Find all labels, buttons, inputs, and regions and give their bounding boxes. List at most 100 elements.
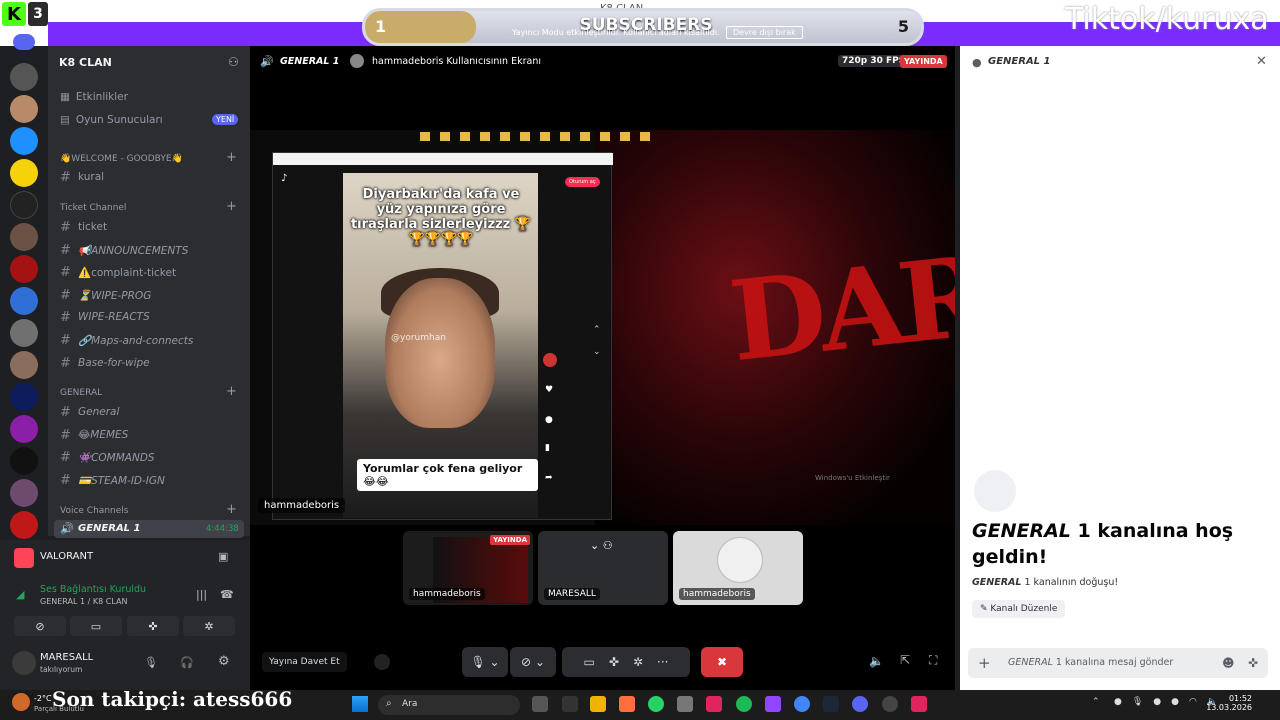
tiktok-login-button[interactable]: Oturum aç [565,177,600,187]
spotify-icon[interactable] [736,696,752,712]
activities-icon[interactable]: ✜ [609,655,619,669]
close-icon[interactable]: ✕ [1256,54,1267,69]
more-icon[interactable]: ··· [657,655,668,669]
app-icon[interactable] [765,696,781,712]
emoji-icon[interactable]: ☻ [1222,656,1235,670]
microphone-button[interactable]: 🎙 ⌄ [462,647,508,677]
voice-channel-general-1[interactable]: 🔊 GENERAL 1 4:44:38 [54,520,244,538]
scroll-up-icon[interactable]: ⌃ [593,325,601,335]
noise-suppression-icon[interactable]: ||| [196,588,207,601]
soundboard-icon[interactable]: ✲ [633,655,643,669]
channel-general[interactable]: # General [60,403,240,421]
add-attachment-icon[interactable]: + [978,654,991,672]
server-icon[interactable] [10,63,38,91]
activities-button[interactable]: ✜ [127,616,179,636]
invite-to-stream-button[interactable]: Yayına Davet Et [262,652,347,672]
epic-games-icon[interactable] [562,696,578,712]
camera-button[interactable]: ⊘ ⌄ [510,647,556,677]
server-icon[interactable] [10,511,38,539]
disable-streamer-mode-button[interactable]: Devre dışı bırak [726,26,803,39]
server-name[interactable]: K8 CLAN [59,56,112,69]
participant-tile[interactable]: ⌄ ⚇ MARESALL [538,531,668,605]
server-icon[interactable] [10,479,38,507]
soundboard-button[interactable]: ✲ [183,616,235,636]
add-member-icon[interactable]: ⚇ [228,55,239,69]
avatar[interactable] [543,353,557,367]
voice-status[interactable]: Ses Bağlantısı Kuruldu [40,584,146,595]
add-channel-icon[interactable]: + [226,384,237,399]
apps-icon[interactable]: ✜ [1248,656,1258,670]
app-icon[interactable] [911,696,927,712]
tiktok-window[interactable]: ♪ Oturum aç Diyarbakır'da kafa ve yüz ya… [272,152,613,520]
category-welcome[interactable]: 👋WELCOME - GOODBYE👋 [60,154,183,164]
disconnect-icon[interactable]: ☎ [220,588,234,601]
server-icon[interactable] [10,159,38,187]
participant-tile[interactable]: hammadeboris [673,531,803,605]
channel-wipe-prog[interactable]: # ⏳WIPE-PROG [60,286,240,304]
add-channel-icon[interactable]: + [226,199,237,214]
camera-off-button[interactable]: ⊘ [14,616,66,636]
taskbar-search[interactable]: ⌕ Ara [378,695,520,715]
disconnect-button[interactable]: ✖ [701,647,743,677]
channel-announcements[interactable]: # 📢ANNOUNCEMENTS [60,241,240,259]
channel-complaint-ticket[interactable]: # ⚠️complaint-ticket [60,263,240,281]
server-icon[interactable] [10,191,38,219]
fullscreen-icon[interactable]: ⛶ [929,653,937,668]
channel-commands[interactable]: # 👾COMMANDS [60,448,240,466]
scroll-down-icon[interactable]: ⌄ [593,347,601,357]
windows-start-icon[interactable] [352,696,368,712]
server-icon[interactable] [10,127,38,155]
shared-screen[interactable]: DARX Windows'u Etkinleştir ♪ Oturum aç D… [250,130,955,525]
tray-chevron-icon[interactable]: ⌃ [1092,697,1100,707]
share-screen-button[interactable]: ▭ [70,616,122,636]
comment-icon[interactable]: ● [545,415,553,425]
server-icon[interactable] [10,287,38,315]
server-icon[interactable] [10,415,38,443]
obs-icon[interactable] [882,696,898,712]
server-icon[interactable] [10,223,38,251]
channel-maps-and-connects[interactable]: # 🔗Maps-and-connects [60,331,240,349]
participant-tile[interactable]: YAYINDA hammadeboris [403,531,533,605]
steam-icon[interactable] [823,696,839,712]
task-view-icon[interactable] [532,696,548,712]
system-tray[interactable]: ● 🎙 ● ● ◠ 🔈 [1114,697,1218,707]
add-channel-icon[interactable]: + [226,502,237,517]
file-explorer-icon[interactable] [677,696,693,712]
avatar[interactable] [12,651,36,675]
volume-icon[interactable]: 🔈 [869,654,884,668]
edit-channel-button[interactable]: ✎ Kanalı Düzenle [972,600,1066,618]
add-channel-icon[interactable]: + [226,150,237,165]
app-icon[interactable] [590,696,606,712]
chrome-icon[interactable] [794,696,810,712]
activity-icon[interactable]: ▣ [218,550,228,563]
channel-kural[interactable]: # kural [60,168,240,186]
popout-icon[interactable]: ⇱ [900,653,910,667]
app-icon[interactable] [619,696,635,712]
channel-memes[interactable]: # 😂MEMES [60,426,240,444]
screen-share-icon[interactable]: ▭ [584,655,595,669]
server-icon[interactable] [10,447,38,475]
bookmark-icon[interactable]: ▮ [545,443,550,453]
channel-steam-id[interactable]: # 💳STEAM-ID-IGN [60,471,240,489]
category-general[interactable]: GENERAL [60,388,102,398]
discord-home-icon[interactable] [13,34,35,50]
taskbar-clock[interactable]: 01:52 13.03.2026 [1206,694,1252,712]
server-icon[interactable] [10,351,38,379]
server-icon[interactable] [10,319,38,347]
share-icon[interactable]: ➦ [545,473,553,483]
headphones-icon[interactable]: 🎧 [180,656,194,669]
tiktok-video[interactable]: Diyarbakır'da kafa ve yüz yapınıza göre … [343,173,538,518]
channel-base-for-wipe[interactable]: # Base-for-wipe [60,354,240,372]
server-icon[interactable] [10,255,38,283]
discord-icon[interactable] [852,696,868,712]
category-ticket[interactable]: Ticket Channel [60,203,126,213]
whatsapp-icon[interactable] [648,696,664,712]
channel-ticket[interactable]: # ticket [60,218,240,236]
settings-gear-icon[interactable]: ⚙ [218,654,230,669]
channel-wipe-reacts[interactable]: # WIPE-REACTS [60,308,240,326]
category-voice[interactable]: Voice Channels [60,506,128,516]
microphone-icon[interactable]: 🎙 [144,656,158,669]
server-icon[interactable] [10,95,38,123]
like-icon[interactable]: ♥ [545,385,553,395]
sidebar-item-events[interactable]: ▦ Etkinlikler [60,88,240,106]
